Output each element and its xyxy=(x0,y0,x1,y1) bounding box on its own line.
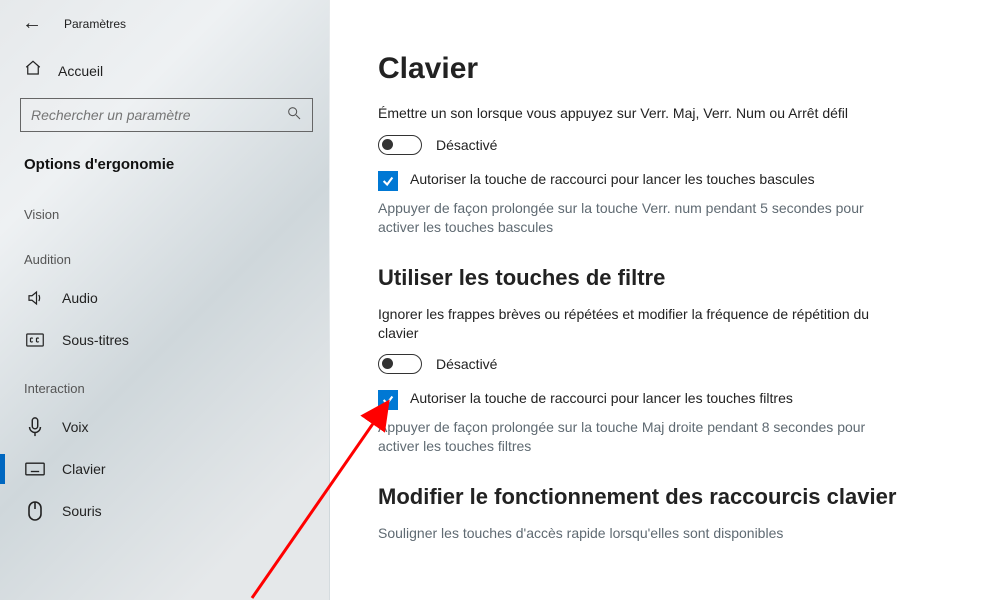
toggle-keys-state: Désactivé xyxy=(436,137,497,153)
page-title: Clavier xyxy=(378,52,952,86)
sidebar-group-interaction: Interaction xyxy=(0,361,329,406)
sidebar-section-header: Options d'ergonomie xyxy=(0,150,329,187)
filter-keys-hint: Appuyer de façon prolongée sur la touche… xyxy=(378,418,898,456)
filter-keys-shortcut-label: Autoriser la touche de raccourci pour la… xyxy=(410,390,793,406)
back-button[interactable]: ← xyxy=(22,12,42,35)
mic-icon xyxy=(24,417,46,437)
window-title: Paramètres xyxy=(64,17,126,31)
cc-icon xyxy=(24,333,46,347)
sidebar-item-label: Clavier xyxy=(62,461,106,477)
toggle-keys-shortcut-label: Autoriser la touche de raccourci pour la… xyxy=(410,171,815,187)
sidebar-item-label: Audio xyxy=(62,290,98,306)
home-icon xyxy=(24,59,42,82)
sidebar-item-home[interactable]: Accueil xyxy=(0,47,329,94)
filter-keys-heading: Utiliser les touches de filtre xyxy=(378,265,952,291)
sidebar: ← Paramètres Accueil Options d'ergonomie… xyxy=(0,0,330,600)
search-input[interactable] xyxy=(20,98,313,132)
sidebar-item-label: Voix xyxy=(62,419,88,435)
toggle-keys-shortcut-checkbox[interactable] xyxy=(378,171,398,191)
sidebar-item-label: Souris xyxy=(62,503,102,519)
toggle-keys-description: Émettre un son lorsque vous appuyez sur … xyxy=(378,104,908,123)
sidebar-item-voice[interactable]: Voix xyxy=(0,406,329,448)
sidebar-item-label: Sous-titres xyxy=(62,332,129,348)
volume-icon xyxy=(24,289,46,307)
keyboard-icon xyxy=(24,462,46,476)
shortcuts-hint: Souligner les touches d'accès rapide lor… xyxy=(378,524,898,543)
mouse-icon xyxy=(24,501,46,521)
filter-keys-shortcut-checkbox[interactable] xyxy=(378,390,398,410)
filter-keys-switch[interactable] xyxy=(378,354,422,374)
sidebar-item-audio[interactable]: Audio xyxy=(0,277,329,319)
sidebar-home-label: Accueil xyxy=(58,63,103,79)
sidebar-item-keyboard[interactable]: Clavier xyxy=(0,448,329,490)
toggle-keys-switch[interactable] xyxy=(378,135,422,155)
search-input-field[interactable] xyxy=(31,107,286,123)
sidebar-item-mouse[interactable]: Souris xyxy=(0,490,329,532)
main-content: Clavier Émettre un son lorsque vous appu… xyxy=(330,0,1000,600)
sidebar-group-audition: Audition xyxy=(0,232,329,277)
toggle-keys-hint: Appuyer de façon prolongée sur la touche… xyxy=(378,199,898,237)
sidebar-group-vision: Vision xyxy=(0,187,329,232)
filter-keys-description: Ignorer les frappes brèves ou répétées e… xyxy=(378,305,908,343)
filter-keys-state: Désactivé xyxy=(436,356,497,372)
search-icon xyxy=(286,105,302,126)
sidebar-item-subtitles[interactable]: Sous-titres xyxy=(0,319,329,361)
shortcuts-heading: Modifier le fonctionnement des raccourci… xyxy=(378,484,952,510)
